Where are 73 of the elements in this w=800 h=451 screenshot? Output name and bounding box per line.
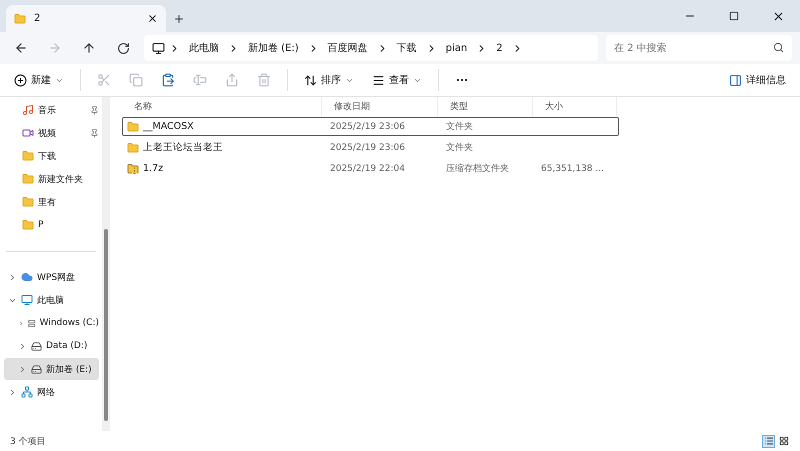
item-count: 3 个项目 [10, 436, 46, 448]
type-cell-text: 文件夹 [445, 120, 474, 133]
tree-item[interactable]: Windows (C:) [4, 312, 99, 334]
network-icon [21, 386, 33, 398]
drive-icon [31, 340, 42, 352]
breadcrumb-item[interactable]: 百度网盘 [322, 41, 373, 55]
folder-icon [127, 142, 139, 154]
folder-icon [22, 219, 34, 231]
monitor-icon [152, 42, 165, 54]
view-button[interactable]: 查看 [366, 67, 428, 93]
video-icon [22, 127, 34, 139]
file-row[interactable]: 上老王论坛当老王 2025/2/19 23:06 文件夹 [122, 138, 619, 157]
folder-icon [14, 12, 26, 24]
new-button[interactable]: 新建 [8, 67, 70, 93]
breadcrumb-item[interactable]: 下载 [392, 41, 422, 55]
refresh-icon[interactable] [116, 42, 130, 54]
details-pane-icon [729, 74, 742, 86]
breadcrumb-item[interactable]: 2 [491, 42, 508, 54]
breadcrumb-item[interactable]: 此电脑 [184, 41, 224, 55]
plus-icon[interactable] [173, 13, 185, 25]
date-cell-text: 2025/2/19 22:04 [329, 164, 406, 174]
sidebar-item[interactable]: 视频 [4, 122, 99, 144]
folder-icon [22, 150, 34, 162]
tree-item[interactable]: Data (D:) [4, 335, 99, 357]
search-field[interactable]: 在 2 中搜索 [606, 35, 792, 61]
music-icon [22, 104, 34, 116]
file-row[interactable]: 1.7z 2025/2/19 22:04 压缩存档文件夹 65,351,138 ... [122, 159, 619, 178]
monitor-icon [21, 294, 33, 306]
size-cell-text: 65,351,138 ... [540, 164, 605, 174]
plus-icon [14, 74, 27, 86]
breadcrumb-item[interactable]: pian [440, 42, 472, 54]
sidebar-item[interactable]: P [4, 214, 99, 236]
lines-icon [372, 74, 385, 86]
tree-item[interactable]: 网络 [4, 381, 99, 403]
column-header[interactable]: 名称 [122, 97, 322, 116]
sort-icon [304, 74, 317, 86]
sort-button[interactable]: 排序 [298, 67, 360, 93]
file-name: 上老王论坛当老王 [143, 141, 223, 154]
date-cell-text: 2025/2/19 23:06 [329, 142, 406, 152]
sidebar-item[interactable]: 新建文件夹 [4, 168, 99, 190]
drive-icon [28, 318, 36, 328]
folder-icon [127, 120, 139, 132]
sidebar-item[interactable]: 音乐 [4, 99, 99, 121]
file-row[interactable]: __MACOSX 2025/2/19 23:06 文件夹 [122, 117, 619, 136]
file-name: 1.7z [143, 163, 164, 174]
paste-icon[interactable] [161, 73, 175, 87]
up-arrow-icon[interactable] [82, 41, 96, 55]
address-bar[interactable]: 此电脑 新加卷 (E:) 百度网盘 下载 pian 2 [144, 35, 598, 61]
details-button[interactable]: 详细信息 [723, 67, 792, 93]
folder-icon [22, 196, 34, 208]
maximize-icon[interactable] [729, 11, 739, 21]
scrollbar[interactable] [102, 97, 110, 431]
date-cell-text: 2025/2/19 23:06 [329, 122, 406, 132]
drive-icon [31, 364, 42, 374]
tree-item[interactable]: 新加卷 (E:) [4, 358, 99, 380]
cloud-icon [21, 271, 33, 283]
search-icon [773, 42, 784, 53]
sidebar-item[interactable]: 里有 [4, 191, 99, 213]
tab[interactable]: 2 [6, 5, 166, 32]
column-header[interactable]: 大小 [533, 97, 617, 116]
tree-item[interactable]: WPS网盘 [4, 266, 99, 288]
close-icon[interactable] [147, 13, 158, 24]
tree-item[interactable]: 此电脑 [4, 289, 99, 311]
close-icon[interactable] [772, 10, 784, 22]
column-header[interactable]: 类型 [438, 97, 533, 116]
file-name: __MACOSX [143, 121, 194, 132]
folder-icon [22, 173, 34, 185]
type-cell-text: 文件夹 [445, 142, 474, 154]
zip-folder-icon [127, 162, 139, 174]
breadcrumb-item[interactable]: 新加卷 (E:) [243, 41, 304, 55]
type-cell-text: 压缩存档文件夹 [445, 162, 510, 175]
column-header[interactable]: 修改日期 [322, 97, 438, 116]
sidebar-item[interactable]: 下载 [4, 145, 99, 167]
